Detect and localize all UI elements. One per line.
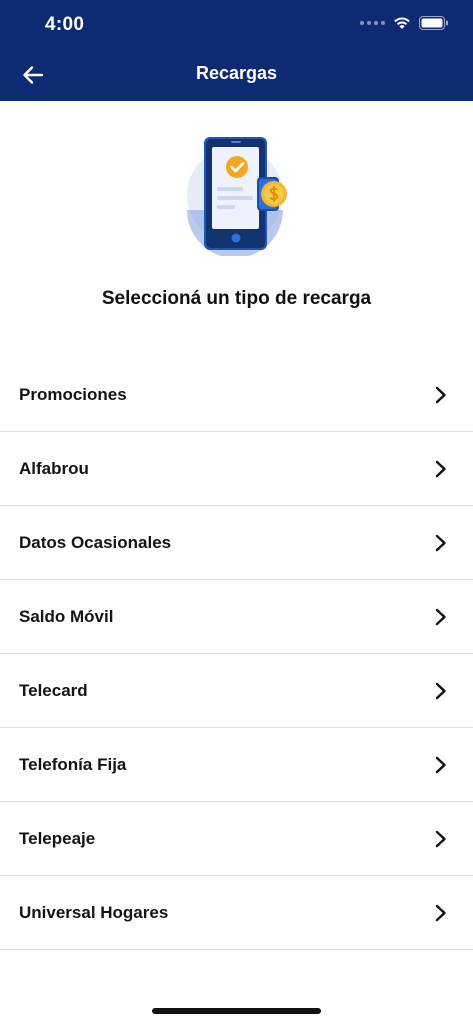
page-title: Recargas — [195, 63, 278, 83]
list-item-saldo-movil[interactable]: Saldo Móvil — [0, 580, 473, 654]
cellular-signal-icon — [360, 21, 385, 25]
list-item-label: Telefonía Fija — [19, 754, 127, 774]
list-item-datos-ocasionales[interactable]: Datos Ocasionales — [0, 506, 473, 580]
list-item-universal-hogares[interactable]: Universal Hogares — [0, 876, 473, 950]
navigation-bar: Recargas — [0, 50, 473, 100]
chevron-right-icon — [435, 756, 446, 774]
top-app-bar: 4:00 Recargas — [0, 0, 473, 101]
chevron-right-icon — [435, 904, 446, 922]
wifi-icon — [394, 17, 410, 29]
chevron-right-icon — [435, 830, 446, 848]
list-item-alfabrou[interactable]: Alfabrou — [0, 432, 473, 506]
status-icons — [360, 16, 449, 30]
chevron-right-icon — [435, 608, 446, 626]
list-item-telecard[interactable]: Telecard — [0, 654, 473, 728]
list-item-label: Alfabrou — [19, 458, 89, 478]
list-item-label: Telecard — [19, 680, 88, 700]
home-indicator[interactable] — [152, 1008, 321, 1014]
list-item-label: Saldo Móvil — [19, 606, 114, 626]
list-item-label: Promociones — [19, 384, 127, 404]
list-item-label: Universal Hogares — [19, 902, 169, 922]
battery-icon — [419, 16, 448, 30]
chevron-right-icon — [435, 682, 446, 700]
chevron-right-icon — [435, 534, 446, 552]
section-heading: Seleccioná un tipo de recarga — [101, 288, 372, 309]
list-item-promociones[interactable]: Promociones — [0, 358, 473, 432]
recharge-type-list: Promociones Alfabrou Datos Ocasionales S… — [0, 358, 473, 950]
list-item-label: Telepeaje — [19, 828, 96, 848]
list-item-telepeaje[interactable]: Telepeaje — [0, 802, 473, 876]
chevron-right-icon — [435, 460, 446, 478]
status-time: 4:00 — [45, 14, 85, 35]
list-item-label: Datos Ocasionales — [19, 532, 172, 552]
phone-recharge-illustration — [187, 137, 287, 256]
chevron-right-icon — [435, 386, 446, 404]
list-item-telefonia-fija[interactable]: Telefonía Fija — [0, 728, 473, 802]
